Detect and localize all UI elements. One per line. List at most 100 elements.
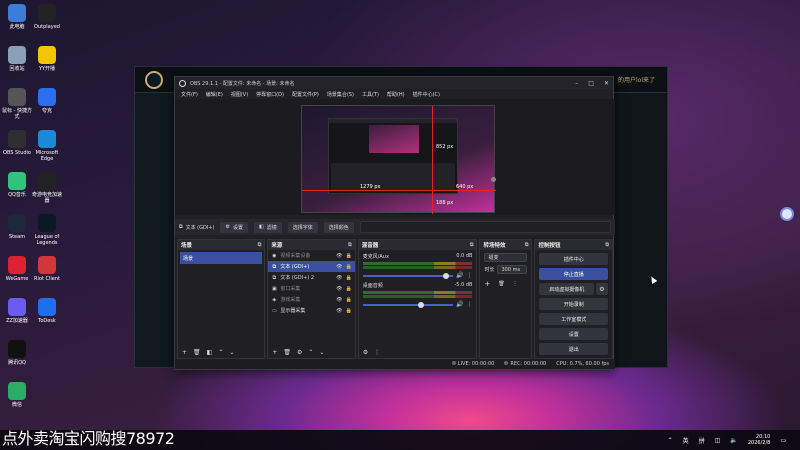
gear-icon[interactable]: ⚙	[297, 349, 302, 356]
trash-icon[interactable]: 🗑	[283, 349, 291, 356]
desktop-shortcut[interactable]: Microsoft Edge	[30, 130, 64, 162]
start-virtual-camera-button[interactable]: 启动虚拟摄像机	[539, 283, 594, 295]
visibility-eye-icon[interactable]: 👁	[336, 264, 342, 270]
chevron-up-icon[interactable]: ⌃	[668, 437, 673, 444]
filter-icon[interactable]: ◧	[207, 349, 213, 356]
menu-item[interactable]: 停靠窗口(D)	[252, 91, 288, 98]
minimize-icon[interactable]: –	[575, 80, 578, 87]
menu-dots-icon[interactable]: ⋮	[513, 281, 518, 287]
lock-icon[interactable]: 🔒	[345, 297, 351, 303]
stop-streaming-button[interactable]: 停止直播	[539, 268, 608, 280]
studio-mode-button[interactable]: 工作室模式	[539, 313, 608, 325]
ime-mode-indicator[interactable]: 拼	[699, 436, 705, 445]
desktop-shortcut[interactable]: League of Legends	[30, 214, 64, 246]
select-color-button[interactable]: 选择颜色	[323, 221, 354, 233]
visibility-eye-icon[interactable]: 👁	[336, 253, 342, 259]
visibility-eye-icon[interactable]: 👁	[336, 286, 342, 292]
visibility-eye-icon[interactable]: 👁	[336, 297, 342, 303]
desktop-shortcut[interactable]: YY开播	[30, 46, 64, 72]
desktop-shortcut[interactable]: 此电脑	[0, 4, 34, 30]
network-icon[interactable]: ◫	[715, 437, 721, 444]
resize-handle-icon[interactable]	[491, 177, 496, 182]
desktop-shortcut[interactable]: 微信	[0, 382, 34, 408]
desktop-shortcut[interactable]: OBS Studio	[0, 130, 34, 156]
lock-icon[interactable]: 🔒	[345, 275, 351, 281]
undock-icon[interactable]: ⧉	[470, 242, 474, 248]
clock[interactable]: 20:10 2026/2/8	[748, 434, 770, 446]
advanced-audio-icon[interactable]: ⚙	[363, 349, 368, 356]
preview-area[interactable]: 852 px 1279 px 640 px 188 px	[175, 99, 615, 215]
source-item[interactable]: ◈ 游戏采集 👁 🔒	[268, 294, 354, 305]
desktop-shortcut[interactable]: ToDesk	[30, 298, 64, 324]
add-icon[interactable]: +	[484, 280, 490, 288]
trash-icon[interactable]: 🗑	[498, 281, 504, 287]
speaker-icon[interactable]: 🔊	[456, 272, 463, 279]
desktop-shortcut[interactable]: Outplayed	[30, 4, 64, 30]
source-settings-button[interactable]: ⚙ 设置	[220, 221, 248, 233]
menu-item[interactable]: 场景集合(S)	[323, 91, 358, 98]
visibility-eye-icon[interactable]: 👁	[336, 308, 342, 314]
ime-indicator[interactable]: 英	[683, 436, 689, 445]
plugin-center-button[interactable]: 插件中心	[539, 253, 608, 265]
lock-icon[interactable]: 🔒	[345, 253, 351, 259]
league-logo-icon[interactable]	[145, 71, 163, 89]
source-item[interactable]: ▭ 显示器采集 👁 🔒	[268, 305, 354, 316]
menu-item[interactable]: 插件中心(C)	[409, 91, 444, 98]
settings-button[interactable]: 设置	[539, 328, 608, 340]
undock-icon[interactable]: ⧉	[605, 242, 609, 248]
desktop-shortcut[interactable]: 夸克	[30, 88, 64, 114]
desktop-shortcut[interactable]: WeGame	[0, 256, 34, 282]
menu-item[interactable]: 配置文件(P)	[288, 91, 323, 98]
arrow-down-icon[interactable]: ⌄	[319, 349, 324, 356]
add-icon[interactable]: +	[272, 349, 277, 356]
source-item[interactable]: ⧉ 文本 (GDI+) 👁 🔒	[268, 261, 355, 272]
source-item[interactable]: ⧉ 文本 (GDI+) 2 👁 🔒	[268, 272, 354, 283]
duration-input[interactable]: 300 ms	[497, 265, 528, 274]
select-font-button[interactable]: 选择字体	[287, 221, 318, 233]
volume-slider[interactable]	[362, 272, 453, 279]
volume-slider[interactable]	[362, 301, 453, 308]
visibility-eye-icon[interactable]: 👁	[336, 275, 342, 281]
lock-icon[interactable]: 🔒	[345, 308, 351, 314]
exit-button[interactable]: 退出	[539, 343, 608, 355]
arrow-up-icon[interactable]: ⌃	[308, 349, 313, 356]
menu-dots-icon[interactable]: ⋮	[374, 349, 380, 356]
menu-item[interactable]: 工具(T)	[358, 91, 383, 98]
volume-slider-knob[interactable]	[442, 272, 449, 279]
menu-item[interactable]: 编辑(E)	[202, 91, 227, 98]
desktop-shortcut[interactable]: 回收站	[0, 46, 34, 72]
desktop-shortcut[interactable]: Riot Client	[30, 256, 64, 282]
trash-icon[interactable]: 🗑	[193, 349, 201, 356]
lock-icon[interactable]: 🔒	[345, 264, 351, 270]
menu-dots-icon[interactable]: ⋮	[466, 272, 472, 279]
menu-dots-icon[interactable]: ⋮	[466, 301, 472, 308]
add-icon[interactable]: +	[182, 349, 187, 356]
desktop-shortcut[interactable]: 奇游电竞加速器	[30, 172, 64, 204]
menu-item[interactable]: 文件(F)	[177, 91, 202, 98]
floating-assistant-icon[interactable]	[780, 207, 794, 221]
desktop-shortcut[interactable]: ZZ加速器	[0, 298, 34, 324]
undock-icon[interactable]: ⧉	[348, 242, 352, 248]
virtual-camera-settings-gear-icon[interactable]: ⚙	[596, 283, 608, 295]
desktop-shortcut[interactable]: 腾讯QQ	[0, 340, 34, 366]
source-filters-button[interactable]: ◧ 滤镜	[253, 221, 282, 233]
menu-item[interactable]: 视图(V)	[227, 91, 252, 98]
scene-item[interactable]: 场景	[180, 252, 263, 264]
lock-icon[interactable]: 🔒	[345, 286, 351, 292]
undock-icon[interactable]: ⧉	[258, 242, 262, 248]
arrow-down-icon[interactable]: ⌄	[229, 349, 234, 356]
maximize-icon[interactable]: □	[588, 80, 594, 87]
preview-canvas[interactable]: 852 px 1279 px 640 px 188 px	[301, 105, 496, 214]
source-item[interactable]: ▣ 窗口采集 👁 🔒	[268, 283, 354, 294]
start-recording-button[interactable]: 开始录制	[539, 298, 608, 310]
desktop-shortcut[interactable]: 鼠标 - 快捷方式	[0, 88, 34, 120]
transition-type-select[interactable]: 褪变	[484, 253, 528, 262]
volume-icon[interactable]: 🔈	[730, 437, 737, 444]
desktop-shortcut[interactable]: Steam	[0, 214, 34, 240]
volume-slider-knob[interactable]	[418, 301, 425, 308]
desktop-shortcut[interactable]: QQ音乐	[0, 172, 34, 198]
notification-icon[interactable]: ▭	[780, 437, 786, 444]
speaker-icon[interactable]: 🔊	[456, 301, 463, 308]
source-item[interactable]: ◉ 视频采集设备 👁 🔒	[268, 250, 354, 261]
text-input[interactable]	[359, 221, 611, 233]
